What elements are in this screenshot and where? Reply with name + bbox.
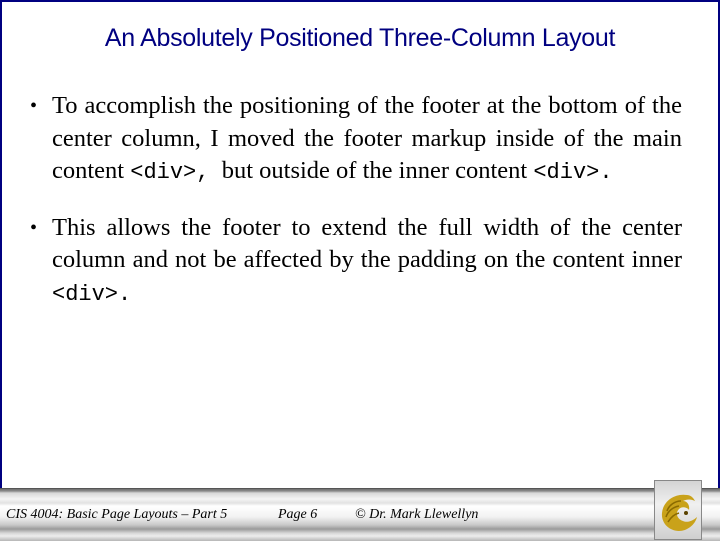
slide-title: An Absolutely Positioned Three-Column La… xyxy=(104,24,616,52)
code-snippet: <div>. xyxy=(52,281,132,307)
footer-course: CIS 4004: Basic Page Layouts – Part 5 xyxy=(6,507,228,522)
code-snippet: <div>, xyxy=(130,160,210,185)
bullet-item: • To accomplish the positioning of the f… xyxy=(30,90,682,190)
bullet-list: • To accomplish the positioning of the f… xyxy=(30,90,682,333)
footer-copyright: © Dr. Mark Llewellyn xyxy=(355,507,479,522)
bullet-marker: • xyxy=(30,95,38,117)
logo-box xyxy=(654,480,702,540)
bullet-text-part: but outside of the inner content xyxy=(209,157,534,184)
bullet-marker: • xyxy=(30,216,38,239)
pegasus-logo-icon xyxy=(661,494,697,531)
code-snippet: <div>. xyxy=(533,160,613,185)
bullet-item: • This allows the footer to extend the f… xyxy=(30,212,682,312)
bullet-text-part: This allows the footer to extend the ful… xyxy=(52,213,682,274)
footer-page-number: Page 6 xyxy=(278,507,318,522)
